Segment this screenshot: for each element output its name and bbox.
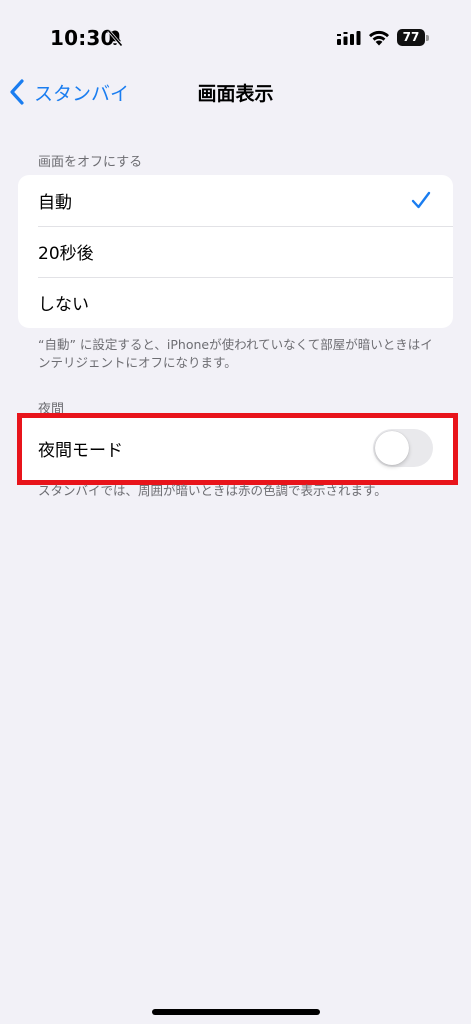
screen-off-footnote: “自動” に設定すると、iPhoneが使われていなくて部屋が暗いときはインテリジ… (38, 337, 433, 370)
night-mode-label: 夜間モード (38, 441, 123, 461)
battery-icon: 77 (397, 29, 425, 46)
screen-off-options: 自動 20秒後 しない (18, 175, 453, 328)
option-auto[interactable]: 自動 (18, 175, 453, 226)
option-label: 自動 (38, 193, 72, 213)
navigation-bar: スタンバイ 画面表示 (0, 70, 471, 114)
option-label: 20秒後 (38, 244, 94, 264)
status-bar: 10:30 77 (0, 0, 471, 60)
toggle-knob (375, 431, 409, 465)
status-time: 10:30 (50, 26, 115, 50)
battery-level: 77 (402, 30, 420, 44)
cellular-signal-icon (337, 31, 361, 45)
night-footnote: スタンバイでは、周囲が暗いときは赤の色調で表示されます。 (38, 483, 387, 498)
home-indicator (152, 1009, 320, 1015)
night-mode-toggle[interactable] (373, 429, 433, 467)
option-never[interactable]: しない (18, 277, 453, 328)
option-label: しない (38, 295, 89, 315)
option-20-seconds[interactable]: 20秒後 (18, 226, 453, 277)
battery-tip (426, 35, 429, 41)
page-title: 画面表示 (197, 83, 274, 105)
wifi-icon (369, 30, 389, 46)
bell-slash-icon (107, 29, 123, 47)
checkmark-icon (411, 191, 431, 209)
screen-off-header: 画面をオフにする (38, 155, 143, 170)
